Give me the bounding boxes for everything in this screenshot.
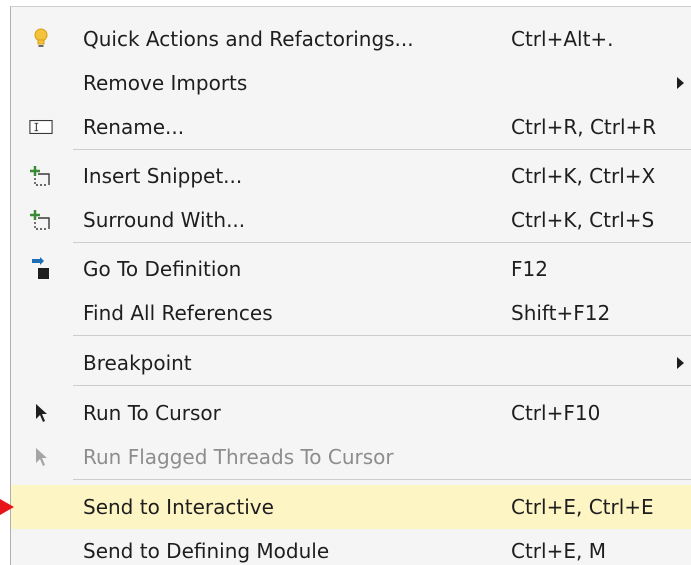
- menu-item-run-to-cursor[interactable]: Run To Cursor Ctrl+F10: [11, 391, 691, 435]
- menu-item-shortcut: F12: [511, 257, 548, 281]
- menu-item-label: Insert Snippet...: [83, 164, 243, 188]
- menu-separator: [73, 149, 691, 150]
- submenu-arrow-icon: [677, 77, 684, 89]
- page-background: [0, 0, 10, 565]
- menu-item-label: Run Flagged Threads To Cursor: [83, 445, 394, 469]
- menu-item-rename[interactable]: Rename... Ctrl+R, Ctrl+R: [11, 105, 691, 149]
- submenu-arrow-icon: [677, 357, 684, 369]
- lightbulb-icon: [29, 27, 53, 51]
- menu-item-shortcut: Ctrl+E, Ctrl+E: [511, 495, 654, 519]
- menu-separator: [73, 385, 691, 386]
- menu-item-send-to-interactive[interactable]: Send to Interactive Ctrl+E, Ctrl+E: [11, 485, 691, 529]
- menu-item-go-to-definition[interactable]: Go To Definition F12: [11, 247, 691, 291]
- menu-item-shortcut: Shift+F12: [511, 301, 611, 325]
- menu-item-shortcut: Ctrl+K, Ctrl+S: [511, 208, 655, 232]
- menu-item-run-flagged-threads-to-cursor: Run Flagged Threads To Cursor: [11, 435, 691, 479]
- menu-separator: [73, 242, 691, 243]
- menu-separator: [73, 479, 691, 480]
- menu-item-label: Surround With...: [83, 208, 246, 232]
- menu-item-label: Find All References: [83, 301, 273, 325]
- menu-item-breakpoint[interactable]: Breakpoint: [11, 341, 691, 385]
- cursor-arrow-icon: [29, 401, 53, 425]
- menu-separator: [73, 335, 691, 336]
- menu-item-label: Quick Actions and Refactorings...: [83, 27, 414, 51]
- pointer-arrow-icon: [0, 499, 14, 515]
- menu-item-label: Send to Interactive: [83, 495, 274, 519]
- surround-with-icon: [29, 208, 53, 232]
- menu-item-shortcut: Ctrl+Alt+.: [511, 27, 614, 51]
- context-menu: Quick Actions and Refactorings... Ctrl+A…: [10, 6, 691, 565]
- insert-snippet-icon: [29, 164, 53, 188]
- cursor-arrow-disabled-icon: [29, 445, 53, 469]
- menu-item-shortcut: Ctrl+R, Ctrl+R: [511, 115, 657, 139]
- menu-item-label: Rename...: [83, 115, 185, 139]
- menu-item-shortcut: Ctrl+F10: [511, 401, 601, 425]
- menu-item-quick-actions[interactable]: Quick Actions and Refactorings... Ctrl+A…: [11, 17, 691, 61]
- menu-item-label: Run To Cursor: [83, 401, 221, 425]
- go-to-definition-icon: [29, 257, 53, 281]
- menu-item-shortcut: Ctrl+K, Ctrl+X: [511, 164, 656, 188]
- menu-item-find-all-references[interactable]: Find All References Shift+F12: [11, 291, 691, 335]
- menu-item-label: Send to Defining Module: [83, 539, 330, 563]
- rename-icon: [29, 115, 53, 139]
- menu-item-label: Remove Imports: [83, 71, 248, 95]
- menu-item-label: Breakpoint: [83, 351, 192, 375]
- menu-item-send-to-defining-module[interactable]: Send to Defining Module Ctrl+E, M: [11, 529, 691, 565]
- menu-item-insert-snippet[interactable]: Insert Snippet... Ctrl+K, Ctrl+X: [11, 154, 691, 198]
- menu-item-surround-with[interactable]: Surround With... Ctrl+K, Ctrl+S: [11, 198, 691, 242]
- menu-item-remove-imports[interactable]: Remove Imports: [11, 61, 691, 105]
- menu-item-shortcut: Ctrl+E, M: [511, 539, 606, 563]
- menu-item-label: Go To Definition: [83, 257, 242, 281]
